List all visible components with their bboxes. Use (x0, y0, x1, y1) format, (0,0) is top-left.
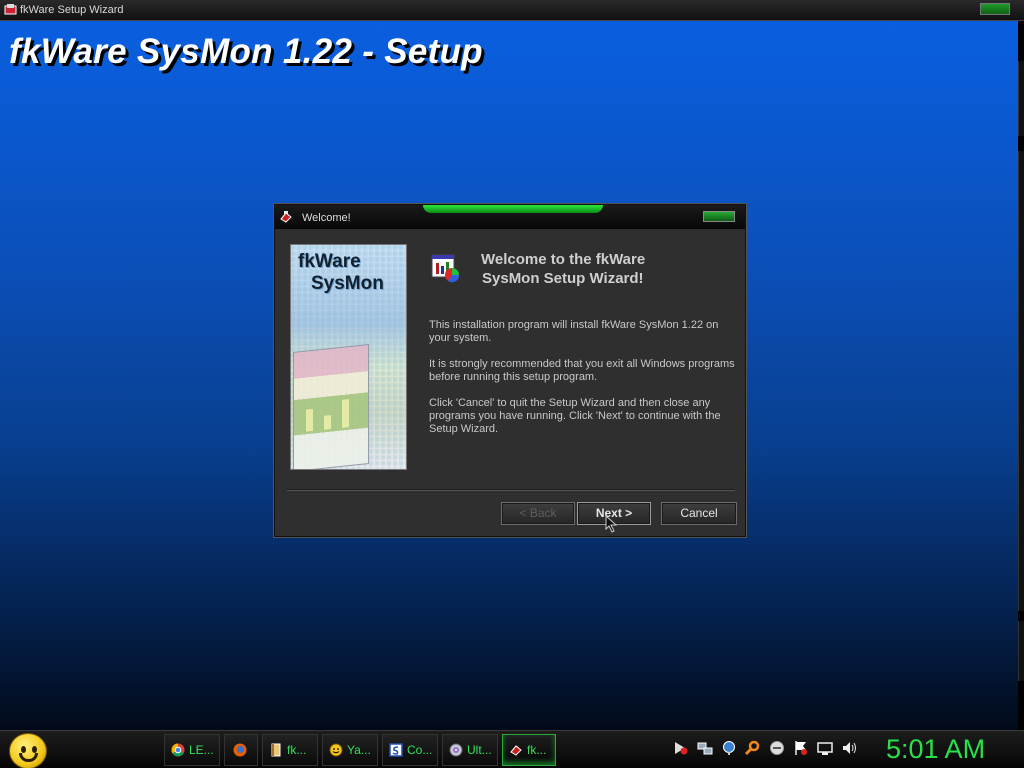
network-connection-icon[interactable] (817, 740, 833, 756)
status-tray-icon[interactable] (769, 740, 785, 756)
chrome-icon (171, 743, 185, 757)
welcome-dialog: Welcome! fkWare SysMon Welcome to the fk… (274, 204, 746, 537)
dialog-title: Welcome! (302, 212, 351, 224)
taskbar: LE... fk... Ya... Co... Ult... fk... 5:0… (0, 730, 1024, 768)
wizard-big-title: fkWare SysMon 1.22 - Setup (9, 32, 483, 71)
task-yahoo[interactable]: Ya... (322, 734, 378, 766)
network-tray-icon[interactable] (697, 740, 713, 756)
search-tray-icon[interactable] (745, 740, 761, 756)
button-separator (287, 489, 735, 491)
media-play-tray-icon[interactable] (673, 740, 689, 756)
back-button[interactable]: < Back (501, 502, 575, 525)
task-ultra[interactable]: Ult... (442, 734, 498, 766)
window-titlebar: fkWare Setup Wizard (0, 0, 1024, 21)
window-title: fkWare Setup Wizard (20, 4, 124, 16)
intro-paragraph: This installation program will install f… (429, 319, 719, 344)
welcome-heading: Welcome to the fkWare SysMon Setup Wizar… (481, 251, 646, 287)
side-image-logo: fkWare SysMon (298, 251, 384, 294)
task-firefox[interactable] (224, 734, 258, 766)
side-image-monitor-graphic (293, 344, 369, 469)
task-chrome[interactable]: LE... (164, 734, 220, 766)
taskbar-clock[interactable]: 5:01 AM (886, 734, 985, 765)
globe-tray-icon[interactable] (721, 740, 737, 756)
console-icon (389, 743, 403, 757)
monitor-chart-icon (431, 254, 460, 283)
fkware-icon (510, 745, 522, 756)
firefox-icon (233, 743, 247, 757)
setup-app-icon (280, 211, 292, 223)
yahoo-smiley-icon (329, 743, 343, 757)
fkware-app-icon (4, 4, 17, 15)
task-fkware-setup[interactable]: fk... (262, 734, 318, 766)
recommendation-paragraph: It is strongly recommended that you exit… (429, 358, 735, 383)
setup-book-icon (271, 743, 281, 757)
instructions-paragraph: Click 'Cancel' to quit the Setup Wizard … (429, 397, 721, 435)
disc-icon (449, 743, 463, 757)
task-console[interactable]: Co... (382, 734, 438, 766)
wizard-side-image: fkWare SysMon (290, 244, 407, 470)
right-edge-strip (1018, 21, 1024, 730)
dialog-titlebar: Welcome! (275, 205, 745, 229)
task-fkware-active[interactable]: fk... (502, 734, 556, 766)
dialog-control-button[interactable] (703, 211, 735, 222)
start-button[interactable] (9, 733, 47, 768)
titlebar-glow (423, 205, 603, 213)
window-maximize-button[interactable] (980, 3, 1010, 15)
mouse-cursor-icon (605, 515, 618, 533)
volume-speaker-icon[interactable] (841, 740, 857, 756)
welcome-body-text: This installation program will install f… (429, 319, 739, 449)
action-center-flag-icon[interactable] (793, 740, 809, 756)
cancel-button[interactable]: Cancel (661, 502, 737, 525)
